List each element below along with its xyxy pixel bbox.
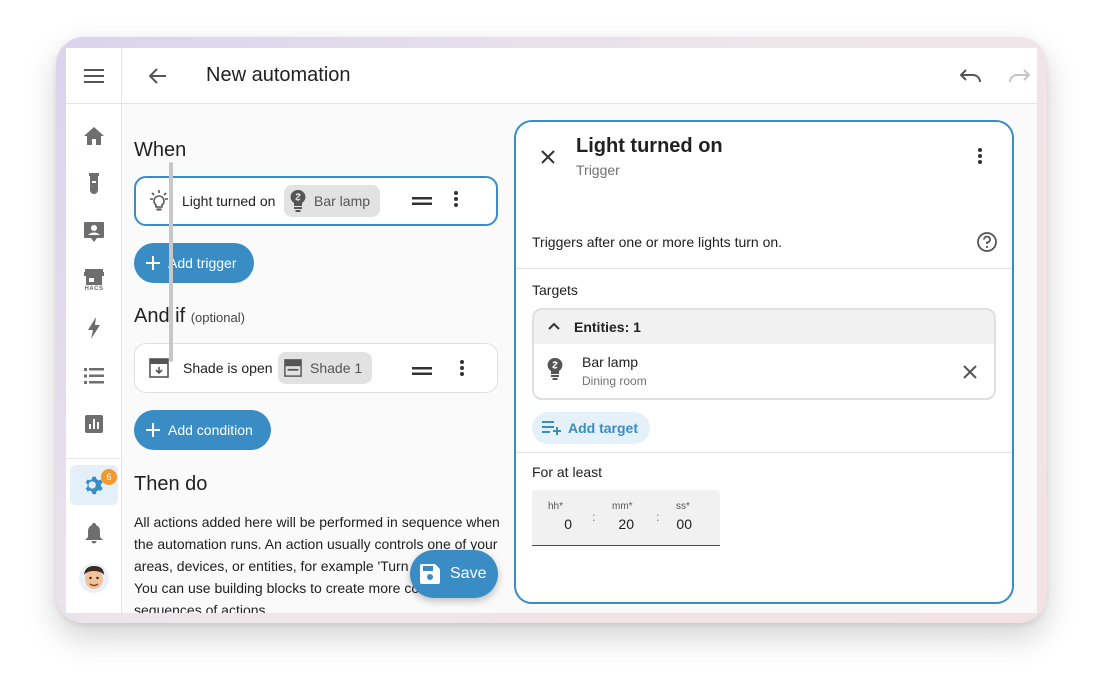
lightbulb-on-icon (148, 190, 170, 217)
sidebar-item-history[interactable] (70, 404, 118, 444)
add-target-button[interactable]: Add target (532, 412, 650, 444)
panel-more-icon[interactable] (978, 148, 982, 164)
andif-title: And if (134, 305, 186, 327)
entity-area: Dining room (582, 374, 647, 388)
condition-label: Shade is open (183, 360, 273, 376)
panel-title: Light turned on (576, 135, 723, 157)
chart-box-icon (85, 415, 103, 433)
menu-icon[interactable] (82, 64, 106, 88)
sidebar-item-person[interactable] (70, 212, 118, 252)
sidebar-item-settings[interactable]: 6 (70, 465, 118, 505)
help-icon[interactable] (976, 231, 998, 253)
sidebar-item-hacs[interactable]: HACS (70, 260, 118, 300)
back-arrow-icon[interactable] (148, 66, 168, 86)
entities-box: Entities: 1 Bar lamp Dining room (532, 308, 996, 400)
store-icon (84, 268, 104, 285)
add-condition-label: Add condition (168, 422, 253, 438)
shutter-icon (284, 359, 302, 377)
hours-field[interactable]: 0 (542, 516, 572, 532)
save-button[interactable]: Save (410, 550, 498, 598)
minutes-field[interactable]: 20 (604, 516, 634, 532)
format-list-icon (84, 368, 104, 384)
minutes-label: mm* (612, 501, 633, 512)
when-heading: When (134, 139, 187, 161)
hacs-label: HACS (84, 285, 104, 292)
window-shutter-icon (149, 358, 169, 383)
add-condition-button[interactable]: Add condition (134, 410, 271, 450)
sidebar-item-energy[interactable] (70, 164, 118, 204)
entities-count: Entities: 1 (574, 319, 641, 335)
app-window: HACS 6 New automation When Light turned … (66, 48, 1037, 613)
account-box-icon (84, 222, 104, 242)
time-separator: : (592, 510, 596, 524)
top-bar: New automation (122, 48, 1037, 104)
for-at-least-label: For at least (532, 464, 603, 480)
targets-label: Targets (532, 282, 578, 298)
drag-handle-icon[interactable] (412, 193, 432, 211)
chevron-up-icon (548, 321, 560, 331)
panel-description: Triggers after one or more lights turn o… (532, 234, 783, 250)
flask-icon (89, 173, 99, 194)
entities-header[interactable]: Entities: 1 (534, 310, 994, 344)
sidebar-header (66, 48, 122, 104)
condition-chip-label: Shade 1 (310, 360, 363, 376)
trigger-chip-label: Bar lamp (314, 193, 371, 209)
add-trigger-label: Add trigger (168, 255, 237, 271)
remove-entity-icon[interactable] (962, 364, 978, 380)
duration-input[interactable]: hh* 0 : mm* 20 : ss* 00 (532, 490, 720, 546)
plus-icon (146, 256, 160, 270)
add-trigger-button[interactable]: Add trigger (134, 243, 255, 283)
then-heading: Then do (134, 473, 208, 495)
divider (516, 452, 1012, 453)
divider (516, 268, 1012, 269)
seconds-label: ss* (676, 501, 690, 512)
save-label: Save (450, 565, 487, 582)
playlist-plus-icon (542, 421, 561, 435)
notification-badge: 6 (101, 469, 117, 485)
save-icon (420, 564, 440, 584)
undo-icon[interactable] (959, 66, 983, 86)
redo-icon[interactable] (1007, 66, 1031, 86)
seconds-field[interactable]: 00 (662, 516, 692, 532)
sidebar-item-notifications[interactable] (70, 513, 118, 553)
hours-label: hh* (548, 501, 564, 512)
home-icon (84, 127, 104, 145)
bulb-icon (546, 357, 564, 381)
sidebar: HACS 6 (66, 48, 122, 613)
close-icon[interactable] (540, 149, 556, 165)
trigger-row[interactable]: Light turned on Bar lamp (134, 176, 498, 226)
sidebar-divider (66, 458, 122, 459)
sidebar-item-home[interactable] (70, 116, 118, 156)
drag-handle-icon[interactable] (412, 363, 432, 381)
sidebar-item-logbook[interactable] (70, 356, 118, 396)
entity-name: Bar lamp (582, 354, 639, 370)
avatar[interactable] (79, 563, 109, 593)
page-title: New automation (206, 64, 351, 86)
add-target-label: Add target (568, 420, 638, 436)
trigger-label: Light turned on (182, 193, 276, 209)
andif-heading: And if (optional) (134, 305, 245, 328)
optional-label: (optional) (190, 310, 245, 325)
trigger-more-icon[interactable] (454, 191, 458, 212)
sidebar-item-lightning[interactable] (70, 308, 118, 348)
left-scrollbar[interactable] (169, 162, 173, 362)
condition-row[interactable]: Shade is open Shade 1 (134, 343, 498, 393)
trigger-detail-panel: Light turned on Trigger Triggers after o… (514, 120, 1014, 604)
plus-icon (146, 423, 160, 437)
trigger-entity-chip[interactable]: Bar lamp (284, 185, 381, 217)
condition-more-icon[interactable] (460, 360, 464, 381)
time-separator: : (656, 510, 660, 524)
bulb-icon (290, 190, 306, 212)
user-avatar-icon (79, 563, 109, 593)
bell-icon (85, 522, 103, 543)
main-content: When Light turned on Bar lamp Add trigge… (122, 104, 1037, 613)
condition-entity-chip[interactable]: Shade 1 (278, 352, 373, 384)
lightning-icon (88, 317, 100, 339)
panel-subtitle: Trigger (576, 162, 620, 178)
